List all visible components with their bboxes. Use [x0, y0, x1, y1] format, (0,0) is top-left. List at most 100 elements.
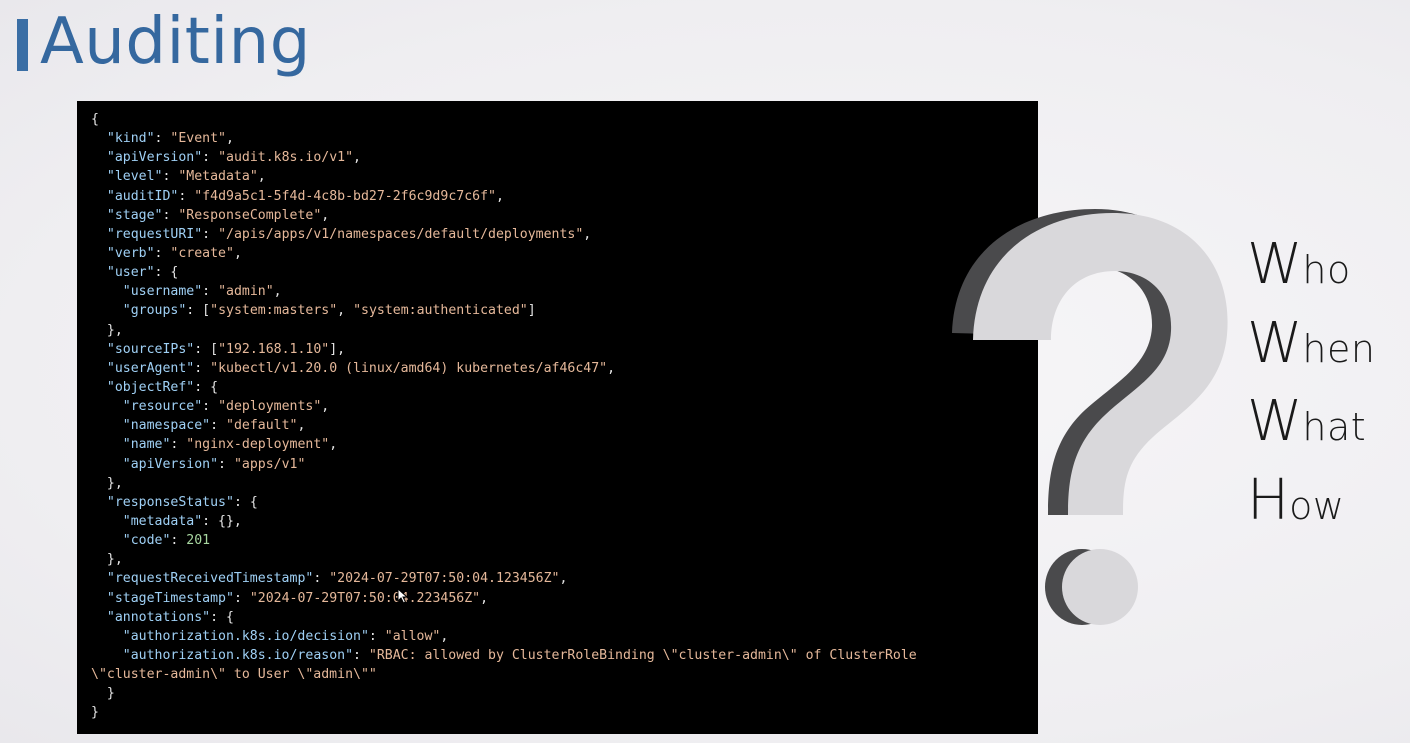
- json-string: "Event": [170, 131, 226, 147]
- json-punctuation: [91, 571, 107, 586]
- json-punctuation: [91, 495, 107, 510]
- json-key: "groups": [122, 303, 187, 319]
- json-punctuation: [91, 150, 107, 165]
- json-punctuation: :: [178, 188, 195, 204]
- json-string: "kubectl/v1.20.0 (linux/amd64) kubernete…: [210, 360, 608, 376]
- question-mark-body: [973, 213, 1228, 515]
- code-line: "stage": "ResponseComplete",: [91, 206, 1038, 225]
- json-key: "username": [122, 284, 203, 300]
- json-punctuation: :: [233, 590, 250, 606]
- json-punctuation: [91, 457, 123, 472]
- json-punctuation: [91, 437, 123, 452]
- code-line: "verb": "create",: [91, 244, 1038, 263]
- code-line: "username": "admin",: [91, 282, 1038, 301]
- json-punctuation: ,: [273, 284, 282, 300]
- code-line: }: [91, 703, 1038, 722]
- title-accent-bar: [17, 19, 28, 71]
- json-punctuation: :: [154, 245, 171, 261]
- json-punctuation: :: [368, 628, 385, 644]
- json-key: "code": [122, 533, 171, 549]
- question-how: How: [1247, 467, 1345, 533]
- json-key: "stage": [106, 207, 163, 223]
- json-punctuation: :: [162, 169, 179, 185]
- json-key: "requestReceivedTimestamp": [106, 571, 314, 587]
- code-line: "apiVersion": "audit.k8s.io/v1",: [91, 148, 1038, 167]
- json-punctuation: : [: [186, 303, 211, 319]
- audit-event-json: { "kind": "Event", "apiVersion": "audit.…: [91, 110, 1038, 723]
- json-string: "192.168.1.10": [218, 341, 330, 357]
- json-key: "apiVersion": [106, 150, 203, 166]
- code-line: }: [91, 684, 1038, 703]
- json-punctuation: : {: [210, 609, 234, 625]
- json-string: "system:masters": [210, 303, 338, 319]
- json-punctuation: ,: [337, 303, 354, 319]
- code-line: "resource": "deployments",: [91, 397, 1038, 416]
- code-line: {: [91, 110, 1038, 129]
- json-punctuation: },: [91, 322, 123, 338]
- json-punctuation: ,: [297, 418, 306, 434]
- json-punctuation: :: [202, 399, 219, 415]
- code-line: "annotations": {: [91, 608, 1038, 627]
- json-string: "ResponseComplete": [178, 207, 322, 223]
- json-punctuation: :: [202, 226, 219, 242]
- json-string: "2024-07-29T07:50:04.123456Z": [329, 571, 560, 587]
- json-punctuation: :: [170, 533, 187, 549]
- json-key: "level": [106, 169, 163, 185]
- json-punctuation: : {: [233, 494, 258, 510]
- json-string: "allow": [384, 628, 441, 644]
- json-key: "userAgent": [106, 360, 195, 376]
- json-punctuation: ,: [495, 188, 504, 204]
- json-key: "name": [122, 437, 171, 453]
- code-line: "level": "Metadata",: [91, 167, 1038, 186]
- json-key: "responseStatus": [106, 494, 234, 510]
- json-key: "authorization.k8s.io/reason": [122, 647, 354, 663]
- code-line: "objectRef": {: [91, 378, 1038, 397]
- json-punctuation: [91, 418, 123, 433]
- code-line: "metadata": {},: [91, 512, 1038, 531]
- json-string: "Metadata": [178, 169, 258, 185]
- json-key: "metadata": [122, 513, 203, 529]
- json-punctuation: : {: [154, 265, 179, 281]
- code-line: "groups": ["system:masters", "system:aut…: [91, 301, 1038, 320]
- audit-log-code-panel: { "kind": "Event", "apiVersion": "audit.…: [77, 101, 1038, 734]
- json-punctuation: [91, 246, 107, 261]
- code-line: "user": {: [91, 263, 1038, 282]
- code-line: \"cluster-admin\" to User \"admin\"": [91, 665, 1038, 684]
- json-punctuation: :: [202, 150, 219, 166]
- json-string: "apps/v1": [233, 456, 306, 472]
- question-word-list: Who When What How: [1247, 226, 1375, 540]
- json-punctuation: [91, 284, 123, 299]
- code-line: "authorization.k8s.io/reason": "RBAC: al…: [91, 646, 1038, 665]
- json-punctuation: [91, 610, 107, 625]
- json-punctuation: ,: [559, 571, 568, 587]
- slide-title: Auditing: [40, 5, 311, 79]
- mouse-cursor-icon: [397, 588, 409, 604]
- json-punctuation: :: [218, 456, 234, 472]
- json-string: "nginx-deployment": [186, 437, 330, 453]
- json-string: "audit.k8s.io/v1": [218, 150, 354, 166]
- json-punctuation: ,: [440, 628, 449, 644]
- json-punctuation: ]: [527, 303, 536, 319]
- question-mark-icon: [952, 209, 1228, 625]
- json-string: "f4d9a5c1-5f4d-4c8b-bd27-2f6c9d9c7c6f": [194, 188, 496, 204]
- code-line: "name": "nginx-deployment",: [91, 435, 1038, 454]
- code-line: "stageTimestamp": "2024-07-29T07:50:04.2…: [91, 589, 1038, 608]
- json-key: "objectRef": [106, 379, 195, 395]
- json-punctuation: [91, 533, 123, 548]
- json-punctuation: [91, 303, 123, 318]
- json-punctuation: }: [91, 686, 115, 702]
- code-line: "auditID": "f4d9a5c1-5f4d-4c8b-bd27-2f6c…: [91, 187, 1038, 206]
- json-punctuation: ,: [321, 207, 330, 223]
- json-punctuation: [91, 380, 107, 395]
- json-key: "sourceIPs": [106, 341, 195, 357]
- code-line: "responseStatus": {: [91, 493, 1038, 512]
- json-punctuation: ,: [353, 150, 361, 166]
- json-punctuation: [91, 361, 107, 376]
- json-punctuation: ,: [233, 245, 242, 261]
- json-punctuation: :: [353, 647, 369, 663]
- json-punctuation: ,: [607, 360, 616, 376]
- json-key: "verb": [106, 245, 155, 261]
- json-number: 201: [186, 533, 211, 549]
- code-line: "userAgent": "kubectl/v1.20.0 (linux/amd…: [91, 359, 1038, 378]
- question-who: Who: [1247, 232, 1351, 297]
